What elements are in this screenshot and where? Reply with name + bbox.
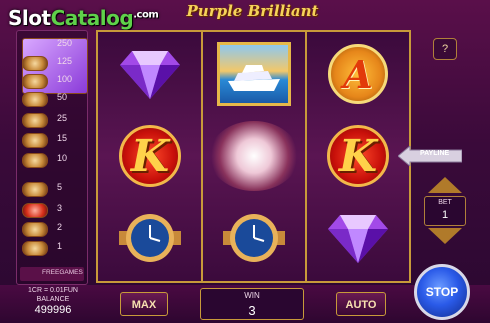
coin-icon — [22, 241, 48, 256]
reel2-row2 — [204, 116, 304, 196]
reel2-row1 — [204, 34, 304, 114]
paytable-row: 100 — [19, 72, 85, 89]
watermark-slot-text: Slot — [8, 6, 51, 30]
paytable-value: 125 — [57, 56, 73, 66]
gem-icon — [328, 215, 388, 263]
reel1-row2: K — [100, 116, 200, 196]
paytable-row: 3 — [19, 201, 85, 218]
coin-icon — [22, 92, 48, 107]
paytable-value: 15 — [57, 133, 68, 143]
auto-button[interactable]: AUTO — [336, 292, 386, 316]
game-title: Purple Brilliant — [186, 2, 319, 20]
stop-button[interactable]: STOP — [414, 264, 470, 320]
bet-up-arrow-icon[interactable] — [428, 177, 462, 193]
yacht-icon — [22, 56, 48, 71]
paytable-value: 100 — [57, 74, 73, 84]
paytable-row: 25 — [19, 111, 85, 128]
watermark-com-text: .com — [133, 9, 159, 21]
watermark-logo: SlotCatalog.com — [8, 6, 159, 30]
payline-label: PAYLINE — [420, 150, 450, 157]
balance-display: BALANCE 499996 — [22, 296, 84, 322]
coin-icon — [22, 222, 48, 237]
watch-icon — [119, 214, 181, 262]
paytable-row: 2 — [19, 220, 85, 237]
win-value: 3 — [248, 303, 256, 318]
credit-info: 1CR = 0.01FUN — [28, 287, 78, 294]
paytable-row: 1 — [19, 239, 85, 256]
reel3-row2: K — [308, 116, 408, 196]
bet-value: 1 — [441, 209, 449, 221]
balance-value: 499996 — [34, 304, 72, 316]
k-icon: K — [327, 125, 389, 187]
bet-down-arrow-icon[interactable] — [428, 228, 462, 244]
paytable-value: 5 — [57, 182, 63, 192]
watch-icon — [22, 74, 48, 89]
paytable-panel: 250 125 100 50 25 15 10 5 3 2 1 FREEGAME… — [16, 30, 88, 285]
paytable-value: 3 — [57, 203, 63, 213]
reel-divider — [201, 32, 203, 281]
coin-icon — [22, 153, 48, 168]
coin-icon — [22, 113, 48, 128]
win-display: WIN 3 — [200, 288, 304, 320]
paytable-row: 50 — [19, 90, 85, 107]
reel3-row3 — [308, 198, 408, 278]
max-button[interactable]: MAX — [120, 292, 168, 316]
a-icon: A — [328, 44, 388, 104]
paytable-row: 125 — [19, 54, 85, 71]
watermark-catalog-text: Catalog — [50, 6, 134, 30]
reel1-row3 — [100, 198, 200, 278]
paytable-row: 5 — [19, 180, 85, 197]
reel2-row3 — [204, 198, 304, 278]
paytable-value: 50 — [57, 92, 68, 102]
coin-icon — [22, 133, 48, 148]
paytable-row: 250 — [19, 36, 88, 94]
bet-label: BET — [438, 199, 452, 206]
balance-label: BALANCE — [36, 296, 70, 303]
gem-icon — [120, 51, 180, 99]
reel1-row1 — [100, 34, 200, 114]
reel3-row1: A — [308, 34, 408, 114]
coin-icon — [22, 182, 48, 197]
paytable-row: 15 — [19, 131, 85, 148]
flare-icon — [209, 121, 299, 191]
freegames-row: FREEGAMES — [20, 267, 84, 281]
paytable-value: 250 — [57, 38, 73, 48]
bet-display: BET 1 — [424, 196, 466, 226]
reel-area: K A K — [96, 30, 411, 283]
k-icon: K — [119, 125, 181, 187]
coin-icon — [22, 203, 48, 218]
paytable-value: 10 — [57, 153, 68, 163]
paytable-value: 25 — [57, 113, 68, 123]
paytable-value: 1 — [57, 241, 63, 251]
freegames-label: FREEGAMES — [42, 269, 83, 276]
watch-icon — [223, 214, 285, 262]
yacht-icon — [217, 42, 291, 106]
help-button[interactable]: ? — [433, 38, 457, 60]
reel-divider — [305, 32, 307, 281]
paytable-value: 2 — [57, 222, 63, 232]
win-label: WIN — [244, 291, 260, 300]
paytable-row: 10 — [19, 151, 85, 168]
